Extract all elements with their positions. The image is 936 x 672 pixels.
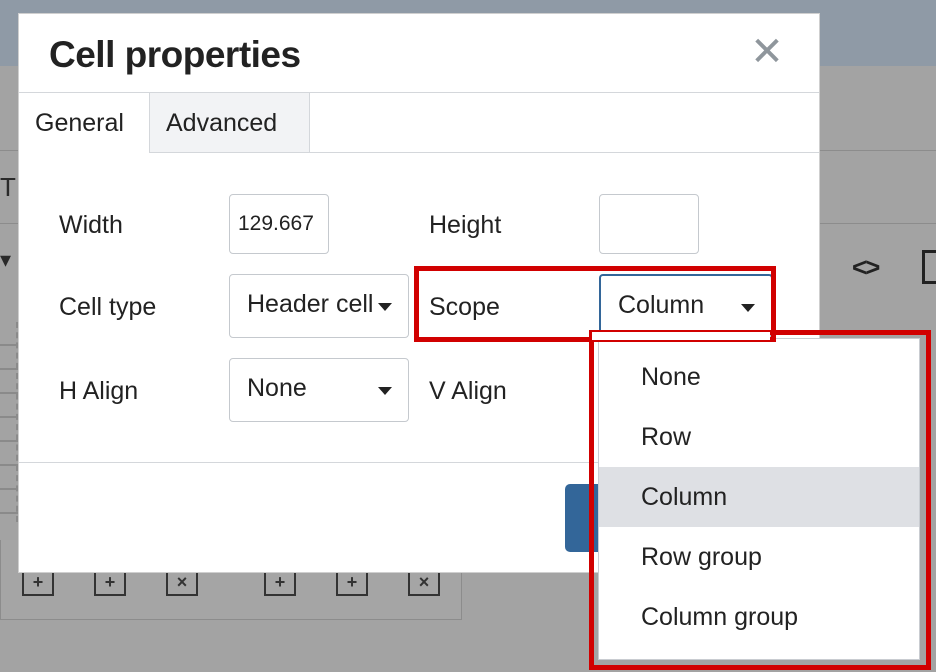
tabs-divider	[309, 152, 819, 153]
table-insert-col-after-icon: +	[336, 570, 368, 596]
dialog-title: Cell properties	[49, 34, 301, 75]
cell-type-value: Header cell	[247, 290, 374, 318]
table-delete-row-icon: ×	[166, 570, 198, 596]
source-code-icon: <>	[852, 252, 880, 282]
menu-item-fragment: T	[0, 172, 16, 202]
chevron-down-icon: ▾	[0, 247, 12, 272]
chevron-down-icon	[378, 387, 392, 395]
cell-type-select[interactable]: Header cell	[229, 274, 409, 338]
tab-general[interactable]: General	[19, 93, 149, 153]
table-delete-col-icon: ×	[408, 570, 440, 596]
cell-type-label: Cell type	[59, 293, 157, 321]
height-input[interactable]	[599, 194, 699, 254]
h-align-label: H Align	[59, 377, 139, 405]
chevron-down-icon	[378, 303, 392, 311]
close-icon[interactable]: ✕	[747, 32, 787, 72]
table-grid-fragment	[0, 322, 18, 522]
h-align-value: None	[247, 374, 307, 402]
v-align-label: V Align	[429, 377, 507, 405]
highlight-scope-options	[589, 330, 931, 670]
highlight-join	[592, 332, 770, 340]
h-align-select[interactable]: None	[229, 358, 409, 422]
fullscreen-icon	[922, 250, 936, 284]
table-insert-col-before-icon: +	[264, 570, 296, 596]
width-label: Width	[59, 211, 123, 239]
table-insert-row-before-icon: +	[22, 570, 54, 596]
table-insert-row-after-icon: +	[94, 570, 126, 596]
height-label: Height	[429, 211, 502, 239]
width-input[interactable]	[229, 194, 329, 254]
tab-advanced[interactable]: Advanced	[149, 93, 310, 153]
